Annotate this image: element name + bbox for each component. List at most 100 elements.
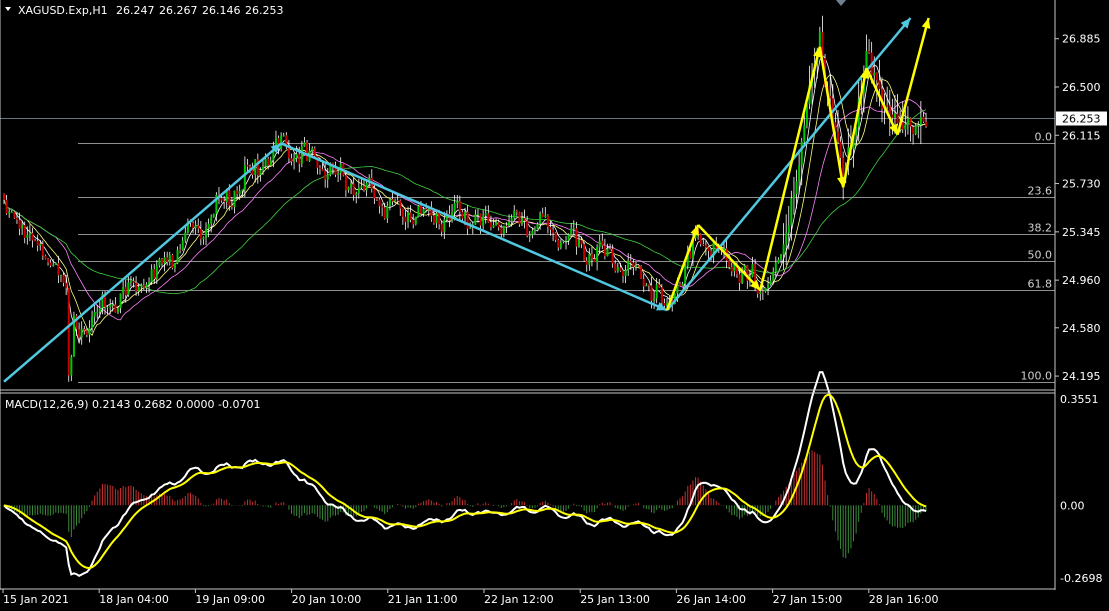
candle-body <box>91 316 94 328</box>
candle-body <box>357 187 360 194</box>
candle-body <box>528 234 531 236</box>
candle-body <box>774 262 777 272</box>
candle-body <box>148 282 151 285</box>
candle-body <box>619 267 622 271</box>
candle-body <box>764 287 767 292</box>
candle-body <box>886 105 889 107</box>
candle-body <box>572 228 575 230</box>
candle-body <box>153 269 156 279</box>
candle-body <box>552 229 555 233</box>
candle-body <box>795 181 798 194</box>
candle-body <box>202 237 205 240</box>
candle-body <box>15 218 18 220</box>
candle-body <box>396 200 399 202</box>
candle-body <box>137 286 140 292</box>
candle-body <box>65 282 68 289</box>
candle-body <box>634 265 637 268</box>
candle-body <box>575 228 578 247</box>
candle-body <box>49 262 52 266</box>
candle-body <box>88 327 91 335</box>
candle-body <box>438 213 441 225</box>
candle-body <box>83 328 86 331</box>
candle-body <box>629 260 632 263</box>
candle-body <box>533 229 536 231</box>
candle-body <box>373 188 376 199</box>
candle-body <box>228 190 231 206</box>
candle-body <box>96 311 99 313</box>
candle-body <box>489 222 492 228</box>
candle-body <box>419 205 422 214</box>
candle-body <box>31 232 34 241</box>
candle-body <box>93 311 96 317</box>
candle-body <box>699 234 702 245</box>
candle-body <box>85 330 88 335</box>
candle-body <box>386 205 389 219</box>
candle-body <box>914 125 917 135</box>
candle-body <box>243 165 246 190</box>
candle-body <box>293 158 296 162</box>
candle-body <box>326 174 329 180</box>
candle-body <box>422 208 425 214</box>
candle-body <box>179 249 182 251</box>
candle-body <box>544 215 547 218</box>
candle-body <box>647 284 650 286</box>
price-tick-4: 25.345 <box>1062 226 1101 239</box>
candle-body <box>192 223 195 229</box>
candle-body <box>505 225 508 227</box>
candle-body <box>842 157 845 179</box>
candle-body <box>194 225 197 229</box>
time-tick-5: 22 Jan 12:00 <box>484 593 554 606</box>
candle-body <box>324 170 327 180</box>
candle-body <box>609 248 612 250</box>
candle-body <box>59 274 62 276</box>
candle-body <box>290 158 293 162</box>
candle-body <box>456 201 459 204</box>
candle-body <box>47 258 50 263</box>
candle-body <box>531 230 534 235</box>
candle-body <box>891 114 894 118</box>
header-close: 26.253 <box>245 4 284 17</box>
candle-body <box>598 240 601 248</box>
candle-body <box>142 285 145 288</box>
candle-body <box>497 222 500 228</box>
candle-body <box>904 124 907 130</box>
candle-body <box>611 248 614 264</box>
candle-body <box>298 154 301 164</box>
candle-body <box>264 158 267 167</box>
candle-body <box>5 199 8 214</box>
candle-body <box>474 214 477 225</box>
candle-body <box>645 284 648 287</box>
candle-body <box>521 218 523 225</box>
candle-body <box>135 282 138 292</box>
candle-body <box>168 254 171 263</box>
candle-body <box>176 249 179 264</box>
candle-body <box>627 260 630 270</box>
candle-body <box>98 308 101 312</box>
candle-body <box>140 285 143 287</box>
candle-body <box>562 240 565 243</box>
candle-body <box>425 208 428 211</box>
candle-body <box>896 113 899 124</box>
candle-body <box>495 222 498 226</box>
time-tick-1: 18 Jan 04:00 <box>99 593 169 606</box>
candle-body <box>52 264 55 266</box>
candle-body <box>306 142 309 161</box>
price-tick-3: 25.730 <box>1062 178 1101 191</box>
candle-body <box>836 131 839 142</box>
candle-body <box>124 287 127 296</box>
time-tick-0: 15 Jan 2021 <box>3 593 69 606</box>
candle-body <box>518 212 521 225</box>
candle-body <box>303 142 306 147</box>
price-tick-0: 26.885 <box>1062 33 1101 46</box>
candle-body <box>868 50 871 53</box>
candle-body <box>642 278 645 287</box>
candle-body <box>580 239 583 245</box>
candle-body <box>267 158 270 166</box>
candle-body <box>787 225 790 233</box>
candle-body <box>259 170 262 176</box>
candle-body <box>70 356 73 376</box>
candle-body <box>443 219 446 232</box>
current-price-label: 26.253 <box>1062 113 1101 126</box>
candle-body <box>888 105 891 115</box>
candle-body <box>632 262 635 268</box>
